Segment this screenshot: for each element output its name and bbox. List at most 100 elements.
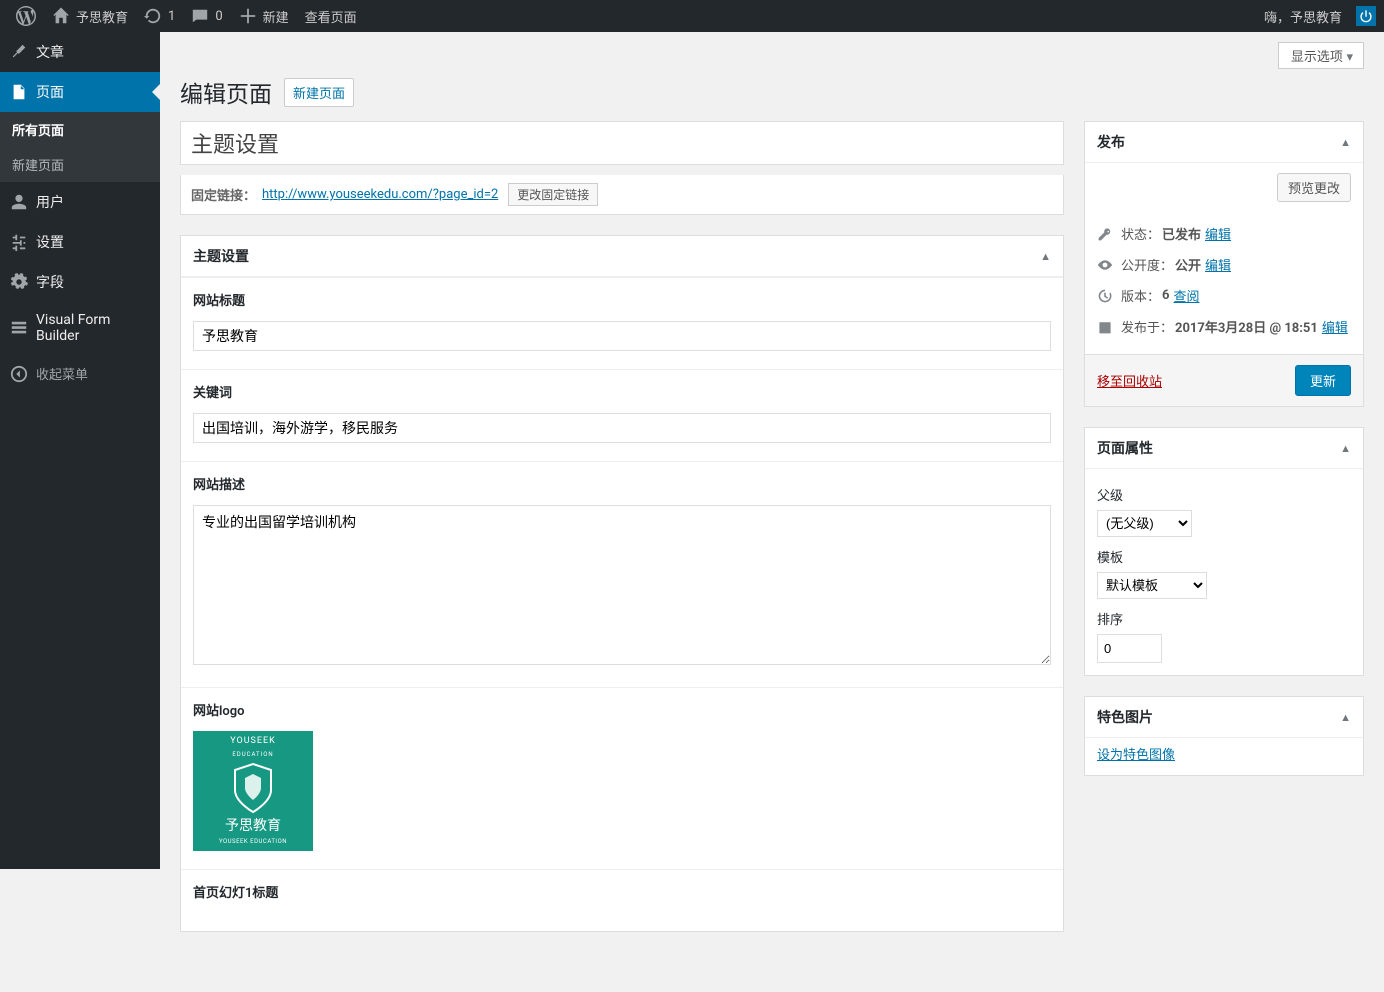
preview-button[interactable]: 预览更改: [1277, 173, 1351, 202]
page-heading: 编辑页面: [180, 75, 272, 109]
change-permalink-button[interactable]: 更改固定链接: [508, 183, 598, 206]
menu-visual-form-builder[interactable]: Visual Form Builder: [0, 302, 160, 354]
keywords-input[interactable]: [193, 413, 1051, 443]
revisions-count: 6: [1162, 288, 1169, 303]
published-on-value: 2017年3月28日 @ 18:51: [1175, 317, 1318, 336]
power-icon: [1359, 9, 1373, 23]
page-icon: [10, 83, 28, 101]
menu-settings[interactable]: 设置: [0, 222, 160, 262]
permalink-label: 固定链接：: [191, 185, 256, 204]
pages-submenu: 所有页面 新建页面: [0, 112, 160, 182]
collapse-menu-button[interactable]: 收起菜单: [0, 354, 160, 393]
keywords-label: 关键词: [193, 382, 1051, 401]
shield-icon: [231, 762, 275, 814]
admin-bar: 予思教育 1 0 新建 查看页面 嗨，予思教育: [0, 0, 1384, 32]
my-account-link[interactable]: 嗨，予思教育: [1256, 0, 1350, 32]
edit-status-link[interactable]: 编辑: [1205, 224, 1231, 243]
screen-options-toggle[interactable]: 显示选项: [1278, 42, 1364, 69]
comments-link[interactable]: 0: [183, 0, 230, 32]
submenu-all-pages[interactable]: 所有页面: [0, 112, 160, 147]
collapse-icon[interactable]: ▲: [1340, 136, 1351, 149]
content-area: 显示选项 编辑页面 新建页面 固定链接： http://www.youseeke…: [160, 32, 1384, 992]
parent-label: 父级: [1097, 485, 1351, 504]
menu-users[interactable]: 用户: [0, 182, 160, 222]
edit-date-link[interactable]: 编辑: [1322, 317, 1348, 336]
view-page-label: 查看页面: [305, 7, 357, 26]
permalink-url-link[interactable]: http://www.youseekedu.com/?page_id=2: [262, 187, 498, 202]
menu-fields[interactable]: 字段: [0, 262, 160, 302]
site-title-field: 网站标题: [181, 277, 1063, 369]
main-column: 固定链接： http://www.youseekedu.com/?page_id…: [180, 121, 1064, 952]
admin-sidebar: 文章 页面 所有页面 新建页面 用户 设置 字段 Visual Form Bui…: [0, 32, 160, 869]
post-title-input[interactable]: [181, 122, 1063, 164]
logout-button[interactable]: [1356, 6, 1376, 26]
order-label: 排序: [1097, 609, 1351, 628]
logo-image[interactable]: YOUSEEK EDUCATION 予思教育 YOUSEEK EDUCATION: [193, 731, 313, 851]
publish-box: 发布 ▲ 预览更改 状态： 已发布 编辑: [1084, 121, 1364, 407]
collapse-icon[interactable]: ▲: [1040, 250, 1051, 263]
collapse-icon[interactable]: ▲: [1340, 711, 1351, 724]
publish-header[interactable]: 发布 ▲: [1085, 122, 1363, 163]
wp-logo[interactable]: [8, 0, 44, 32]
publish-actions: 移至回收站 更新: [1085, 354, 1363, 406]
plus-icon: [239, 7, 257, 25]
menu-pages[interactable]: 页面: [0, 72, 160, 112]
screen-meta: 显示选项: [180, 42, 1364, 75]
slide1-title-field: 首页幻灯1标题: [181, 869, 1063, 931]
logo-label: 网站logo: [193, 700, 1051, 719]
browse-revisions-link[interactable]: 查阅: [1173, 286, 1199, 305]
site-home-link[interactable]: 予思教育: [44, 0, 136, 32]
status-row: 状态： 已发布 编辑: [1097, 218, 1351, 249]
collapse-icon[interactable]: ▲: [1340, 442, 1351, 455]
description-field: 网站描述 专业的出国留学培训机构: [181, 461, 1063, 687]
set-featured-image-link[interactable]: 设为特色图像: [1097, 748, 1175, 763]
description-textarea[interactable]: 专业的出国留学培训机构: [193, 505, 1051, 665]
eye-icon: [1097, 257, 1113, 273]
attributes-header[interactable]: 页面属性 ▲: [1085, 428, 1363, 469]
title-wrapper: [180, 121, 1064, 165]
logo-text-top: YOUSEEK: [230, 736, 276, 748]
logo-field: 网站logo YOUSEEK EDUCATION 予思教育 YOUSEEK ED…: [181, 687, 1063, 869]
side-column: 发布 ▲ 预览更改 状态： 已发布 编辑: [1084, 121, 1364, 796]
update-button[interactable]: 更新: [1295, 365, 1351, 396]
keywords-field: 关键词: [181, 369, 1063, 461]
key-icon: [1097, 226, 1113, 242]
refresh-icon: [144, 7, 162, 25]
add-new-page-button[interactable]: 新建页面: [284, 78, 354, 107]
site-title-input[interactable]: [193, 321, 1051, 351]
parent-select[interactable]: (无父级): [1097, 510, 1192, 537]
status-label: 状态：: [1121, 224, 1160, 243]
comment-icon: [191, 7, 209, 25]
theme-settings-title: 主题设置: [193, 246, 249, 266]
form-icon: [10, 319, 28, 337]
updates-link[interactable]: 1: [136, 0, 183, 32]
page-attributes-box: 页面属性 ▲ 父级 (无父级) 模板 默认模板 排序: [1084, 427, 1364, 676]
status-value: 已发布: [1162, 224, 1201, 243]
featured-header[interactable]: 特色图片 ▲: [1085, 697, 1363, 738]
site-title-label: 网站标题: [193, 290, 1051, 309]
move-to-trash-link[interactable]: 移至回收站: [1097, 371, 1162, 390]
template-select[interactable]: 默认模板: [1097, 572, 1207, 599]
visibility-value: 公开: [1175, 255, 1201, 274]
home-icon: [52, 7, 70, 25]
pin-icon: [10, 43, 28, 61]
visibility-label: 公开度：: [1121, 255, 1173, 274]
site-name-label: 予思教育: [76, 7, 128, 26]
slide1-title-label: 首页幻灯1标题: [193, 882, 1051, 901]
view-page-link[interactable]: 查看页面: [297, 0, 365, 32]
published-on-row: 发布于： 2017年3月28日 @ 18:51 编辑: [1097, 311, 1351, 342]
attributes-box-title: 页面属性: [1097, 438, 1153, 458]
comments-count: 0: [215, 9, 222, 24]
edit-visibility-link[interactable]: 编辑: [1205, 255, 1231, 274]
submenu-new-page[interactable]: 新建页面: [0, 147, 160, 182]
user-icon: [10, 193, 28, 211]
permalink-row: 固定链接： http://www.youseekedu.com/?page_id…: [180, 175, 1064, 215]
theme-settings-box: 主题设置 ▲ 网站标题 关键词 网站描述 专业的出国留学培训机构: [180, 235, 1064, 932]
featured-image-box: 特色图片 ▲ 设为特色图像: [1084, 696, 1364, 776]
new-content-link[interactable]: 新建: [231, 0, 297, 32]
order-input[interactable]: [1097, 634, 1162, 663]
updates-count: 1: [168, 9, 175, 24]
wordpress-icon: [16, 6, 36, 26]
menu-posts[interactable]: 文章: [0, 32, 160, 72]
theme-settings-header[interactable]: 主题设置 ▲: [181, 236, 1063, 277]
